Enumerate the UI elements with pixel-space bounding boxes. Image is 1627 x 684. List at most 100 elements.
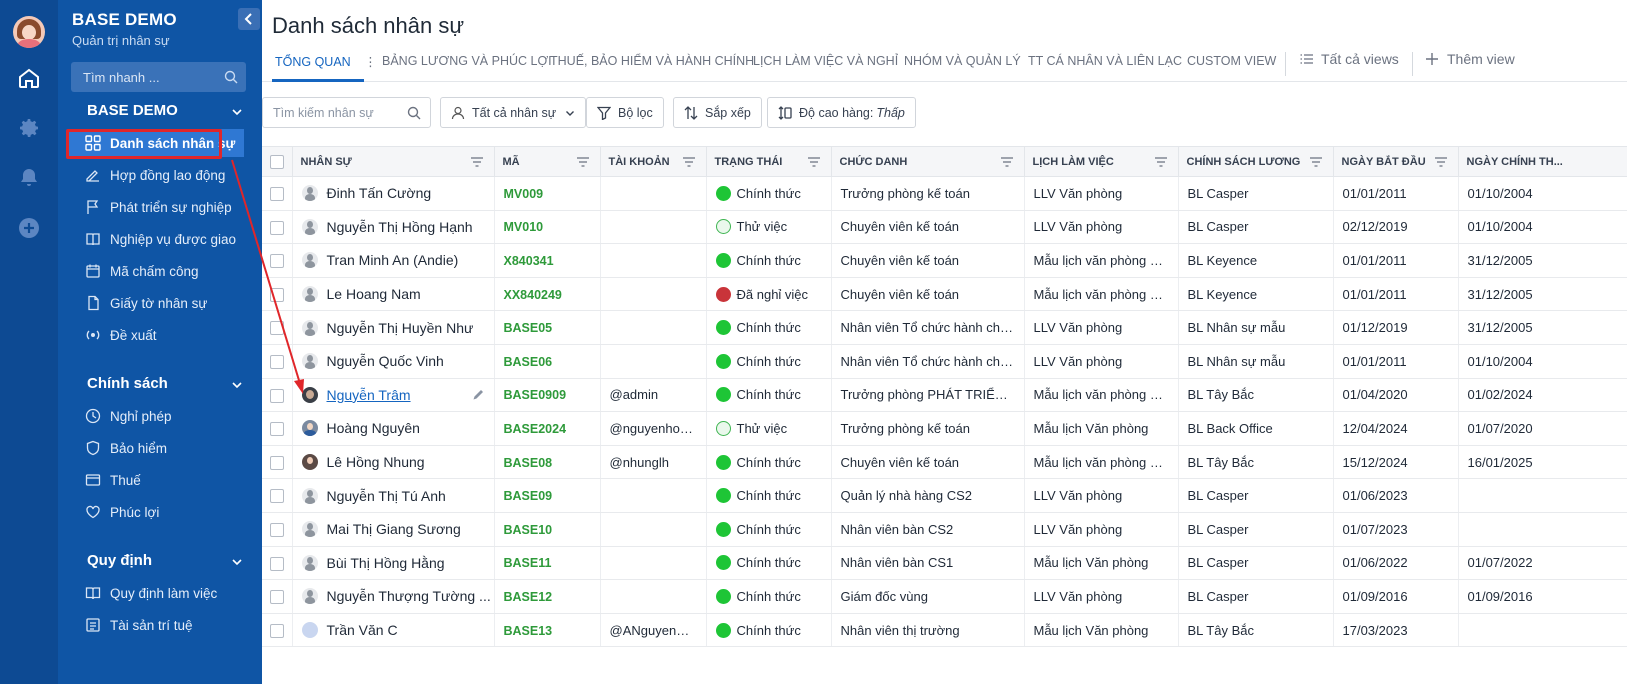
tab-payroll-benefits[interactable]: BẢNG LƯƠNG VÀ PHÚC LỢI [382, 54, 552, 68]
row-height-button[interactable]: Độ cao hàng: Thấp [767, 97, 916, 128]
filter-button[interactable]: Bộ lọc [586, 97, 664, 128]
employee-cell[interactable]: Mai Thị Giang Sương [292, 512, 495, 547]
chevron-down-icon[interactable] [231, 106, 243, 118]
sidebar-item-career[interactable]: Phát triển sự nghiệp [68, 193, 247, 221]
sidebar-item-documents[interactable]: Giấy tờ nhân sự [68, 289, 247, 317]
tab-groups-management[interactable]: NHÓM VÀ QUẢN LÝ [904, 54, 1021, 68]
kebab-icon[interactable]: ⋮ [364, 55, 377, 69]
employee-name[interactable]: Lê Hồng Nhung [327, 454, 425, 470]
add-view-button[interactable]: Thêm view [1425, 51, 1515, 67]
column-header[interactable]: CHÍNH SÁCH LƯƠNG [1178, 146, 1334, 177]
all-staff-dropdown[interactable]: Tất cả nhân sự [440, 97, 587, 128]
row-checkbox[interactable] [269, 556, 284, 571]
employee-name[interactable]: Nguyễn Thị Hồng Hạnh [327, 219, 473, 235]
column-filter-icon[interactable] [682, 157, 696, 167]
column-header[interactable]: TÀI KHOẢN [600, 146, 707, 177]
employee-cell[interactable]: Hoàng Nguyên [292, 411, 495, 446]
all-views-button[interactable]: Tất cả views [1300, 51, 1399, 67]
column-header[interactable]: NGÀY BẮT ĐẦU [1333, 146, 1459, 177]
bell-icon[interactable] [17, 166, 41, 190]
column-filter-icon[interactable] [576, 157, 590, 167]
row-checkbox[interactable] [269, 590, 284, 605]
gear-icon[interactable] [17, 116, 41, 140]
employee-name[interactable]: Nguyễn Thượng Tường ... [327, 588, 491, 604]
sidebar-item-work-rules[interactable]: Quy định làm việc [68, 579, 247, 607]
employee-name[interactable]: Nguyễn Trâm [327, 387, 411, 403]
table-row[interactable]: Nguyễn Thị Hồng Hạnh MV010 Thử việc Chuyên … [262, 210, 1627, 245]
table-row[interactable]: Nguyễn Thị Tú Anh BASE09 Chính thức Quản lý… [262, 478, 1627, 513]
column-filter-icon[interactable] [807, 157, 821, 167]
table-row[interactable]: Lê Hồng Nhung BASE08 @nhunglh Chính thức Chu… [262, 445, 1627, 480]
column-filter-icon[interactable] [470, 157, 484, 167]
row-checkbox[interactable] [269, 220, 284, 235]
table-row[interactable]: Mai Thị Giang Sương BASE10 Chính thức Nhân … [262, 512, 1627, 547]
column-header[interactable]: LỊCH LÀM VIỆC [1024, 146, 1179, 177]
home-icon[interactable] [17, 66, 41, 90]
sidebar-item-timekeeping-code[interactable]: Mã chấm công [68, 257, 247, 285]
tab-overview[interactable]: TỔNG QUAN ⋮ [275, 54, 377, 69]
tab-schedule-leave[interactable]: LỊCH LÀM VIỆC VÀ NGHỈ [753, 54, 898, 68]
employee-cell[interactable]: Bùi Thị Hồng Hằng [292, 546, 495, 581]
row-checkbox[interactable] [269, 623, 284, 638]
row-checkbox[interactable] [269, 187, 284, 202]
row-checkbox[interactable] [269, 321, 284, 336]
section-policies[interactable]: Chính sách [87, 375, 168, 392]
sidebar-item-leave[interactable]: Nghỉ phép [68, 402, 247, 430]
employee-cell[interactable]: Lê Hồng Nhung [292, 445, 495, 480]
sidebar-item-tax[interactable]: Thuế [68, 466, 247, 494]
section-base-demo[interactable]: BASE DEMO [87, 102, 178, 119]
employee-cell[interactable]: Le Hoang Nam [292, 277, 495, 312]
row-checkbox[interactable] [269, 422, 284, 437]
employee-cell[interactable]: Trần Văn C [292, 613, 495, 648]
employee-cell[interactable]: Nguyễn Thượng Tường ... [292, 579, 495, 614]
employee-name[interactable]: Bùi Thị Hồng Hằng [327, 555, 445, 571]
column-filter-icon[interactable] [1434, 157, 1448, 167]
employee-name[interactable]: Đinh Tấn Cường [327, 185, 432, 201]
employee-name[interactable]: Hoàng Nguyên [327, 420, 420, 436]
row-checkbox[interactable] [269, 355, 284, 370]
sidebar-item-proposals[interactable]: Đề xuất [68, 321, 247, 349]
row-checkbox[interactable] [269, 388, 284, 403]
sidebar-item-insurance[interactable]: Bảo hiểm [68, 434, 247, 462]
column-filter-icon[interactable] [1154, 157, 1168, 167]
sort-button[interactable]: Sắp xếp [673, 97, 762, 128]
table-row[interactable]: Bùi Thị Hồng Hằng BASE11 Chính thức Nhân vi… [262, 546, 1627, 581]
table-row[interactable]: Trần Văn C BASE13 @ANguyenVan Chính thức Nhâ… [262, 613, 1627, 648]
table-row[interactable]: Nguyễn Thị Huyền Như BASE05 Chính thức Nhân… [262, 310, 1627, 345]
row-checkbox[interactable] [269, 523, 284, 538]
column-header[interactable]: NHÂN SỰ [292, 146, 495, 177]
row-checkbox[interactable] [269, 287, 284, 302]
employee-cell[interactable]: Nguyễn Thị Tú Anh [292, 478, 495, 513]
employee-name[interactable]: Le Hoang Nam [327, 286, 421, 302]
employee-name[interactable]: Tran Minh An (Andie) [327, 252, 459, 268]
chevron-down-icon[interactable] [231, 379, 243, 391]
pencil-icon[interactable] [472, 388, 485, 401]
employee-cell[interactable]: Nguyễn Thị Hồng Hạnh [292, 210, 495, 245]
tab-tax-insurance-admin[interactable]: THUẾ, BẢO HIỂM VÀ HÀNH CHÍNH [550, 54, 754, 68]
column-filter-icon[interactable] [1309, 157, 1323, 167]
section-regulations[interactable]: Quy định [87, 552, 152, 569]
table-row[interactable]: Đinh Tấn Cường MV009 Chính thức Trưởng phòn… [262, 176, 1627, 211]
sidebar-item-benefits[interactable]: Phúc lợi [68, 498, 247, 526]
tab-personal-contact[interactable]: TT CÁ NHÂN VÀ LIÊN LẠC [1028, 54, 1182, 68]
row-checkbox[interactable] [269, 455, 284, 470]
employee-cell[interactable]: Tran Minh An (Andie) [292, 243, 495, 278]
sidebar-item-labor-contract[interactable]: Hợp đồng lao động [68, 161, 247, 189]
employee-cell[interactable]: Đinh Tấn Cường [292, 176, 495, 211]
add-circle-icon[interactable] [17, 216, 41, 240]
tab-custom-view[interactable]: CUSTOM VIEW [1187, 54, 1276, 68]
row-checkbox[interactable] [269, 489, 284, 504]
sidebar-item-assigned-tasks[interactable]: Nghiệp vụ được giao [68, 225, 247, 253]
column-header[interactable]: TRẠNG THÁI [706, 146, 832, 177]
column-header[interactable]: NGÀY CHÍNH TH... [1458, 146, 1627, 177]
quick-search-input[interactable]: Tìm nhanh ... [71, 62, 246, 92]
employee-cell[interactable]: Nguyễn Quốc Vinh [292, 344, 495, 379]
employee-name[interactable]: Nguyễn Quốc Vinh [327, 353, 444, 369]
employee-name[interactable]: Nguyễn Thị Tú Anh [327, 488, 446, 504]
column-filter-icon[interactable] [1000, 157, 1014, 167]
collapse-sidebar-button[interactable] [238, 8, 260, 30]
employee-search-input[interactable]: Tìm kiếm nhân sự [262, 97, 431, 128]
table-row[interactable]: Tran Minh An (Andie) X840341 Chính thức Chu… [262, 243, 1627, 278]
employee-name[interactable]: Mai Thị Giang Sương [327, 521, 461, 537]
table-row[interactable]: Hoàng Nguyên BASE2024 @nguyenhoang Thử việc… [262, 411, 1627, 446]
